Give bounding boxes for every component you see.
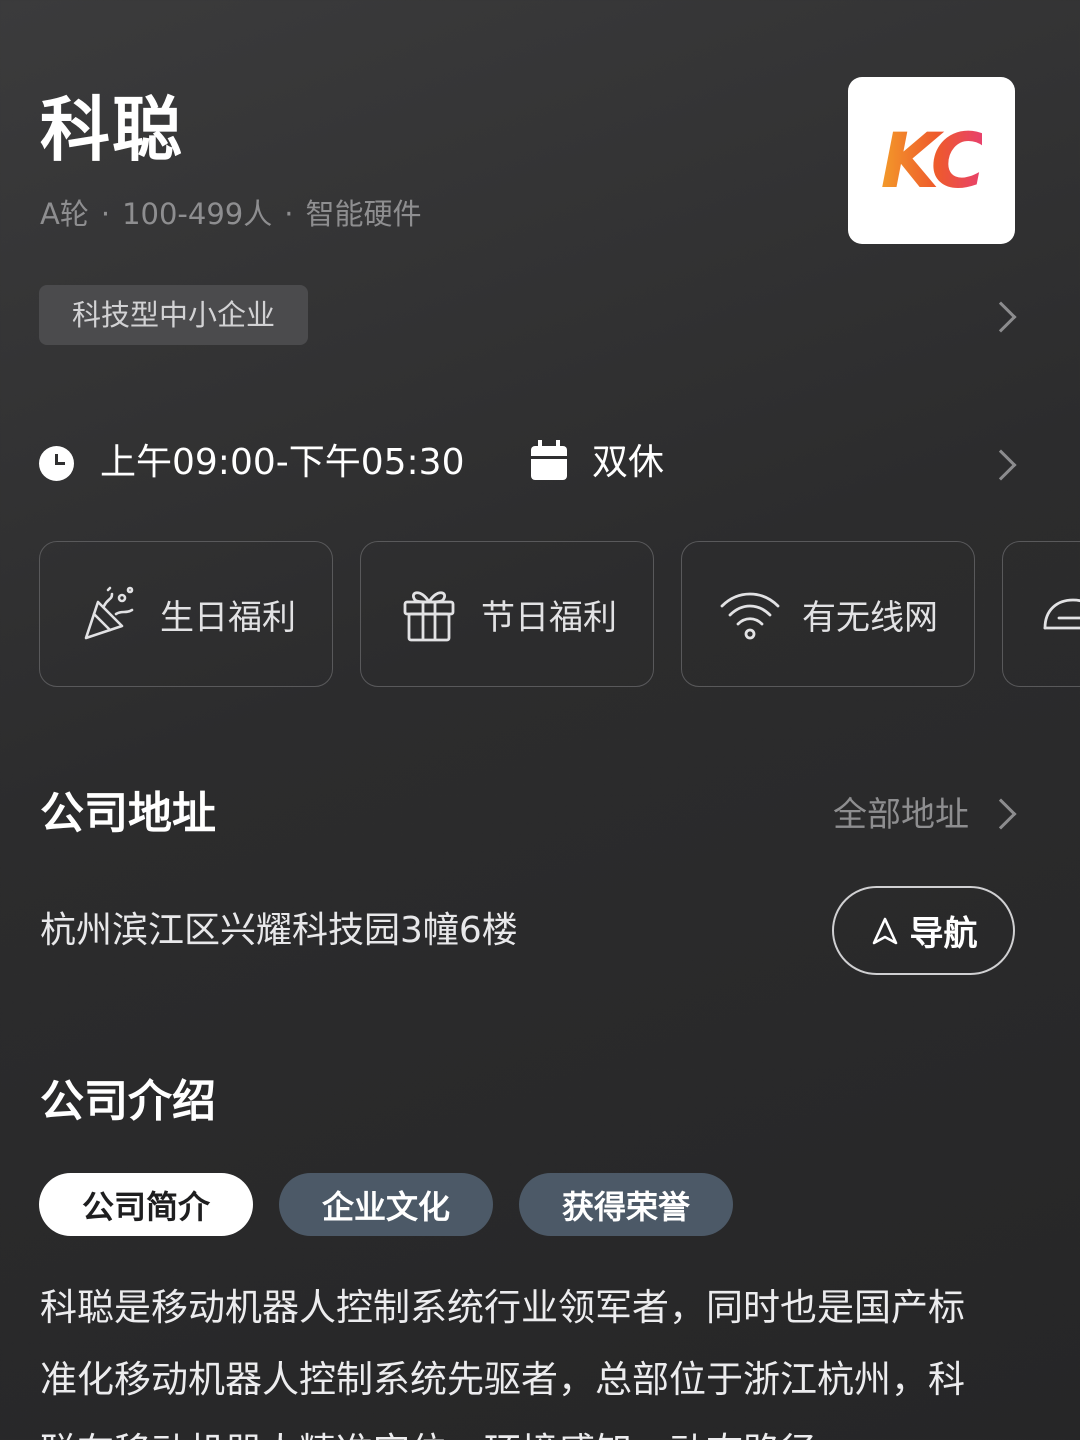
company-size: 100-499人 <box>122 197 273 231</box>
benefit-card-birthday[interactable]: 生日福利 <box>39 541 333 687</box>
chevron-right-icon[interactable] <box>985 449 1017 481</box>
all-addresses-link[interactable]: 全部地址 <box>833 793 969 837</box>
navigation-arrow-icon <box>872 917 897 944</box>
company-address: 杭州滨江区兴耀科技园3幢6楼 <box>40 910 518 951</box>
tab-honors[interactable]: 获得荣誉 <box>519 1173 733 1236</box>
company-name: 科聪 <box>40 89 184 171</box>
benefit-card-holiday[interactable]: 节日福利 <box>360 541 654 687</box>
benefit-label: 有无线网 <box>802 597 938 638</box>
calendar-icon <box>531 440 567 480</box>
company-tag[interactable]: 科技型中小企业 <box>39 285 309 345</box>
chevron-right-icon[interactable] <box>985 301 1017 333</box>
gift-icon <box>403 591 455 642</box>
meta-separator: · <box>284 197 294 231</box>
benefit-card-partial[interactable] <box>1002 541 1080 687</box>
benefit-card-wifi[interactable]: 有无线网 <box>681 541 975 687</box>
work-hours[interactable]: 上午09:00-下午05:30 <box>100 440 464 486</box>
chevron-right-icon[interactable] <box>985 798 1017 830</box>
benefit-label: 节日福利 <box>481 597 617 638</box>
company-intro-text: 科聪是移动机器人控制系统行业领军者，同时也是国产标准化移动机器人控制系统先驱者，… <box>40 1286 965 1440</box>
company-logo-text: KC <box>880 116 987 205</box>
company-logo[interactable]: KC <box>848 77 1015 244</box>
clock-icon <box>39 446 74 481</box>
tab-company-culture[interactable]: 企业文化 <box>279 1173 493 1236</box>
benefit-label: 生日福利 <box>160 597 296 638</box>
helmet-icon <box>1043 598 1080 630</box>
address-section-title: 公司地址 <box>40 788 216 839</box>
company-industry: 智能硬件 <box>305 197 422 231</box>
funding-stage: A轮 <box>40 197 89 231</box>
party-popper-icon <box>84 586 134 640</box>
company-meta: A轮 · 100-499人 · 智能硬件 <box>40 194 421 234</box>
meta-separator: · <box>100 197 111 231</box>
tab-company-profile[interactable]: 公司简介 <box>39 1173 253 1236</box>
navigate-label: 导航 <box>909 914 978 954</box>
navigate-button[interactable]: 导航 <box>832 886 1015 975</box>
rest-schedule[interactable]: 双休 <box>592 440 664 486</box>
wifi-icon <box>720 592 780 640</box>
intro-section-title: 公司介绍 <box>40 1076 216 1127</box>
